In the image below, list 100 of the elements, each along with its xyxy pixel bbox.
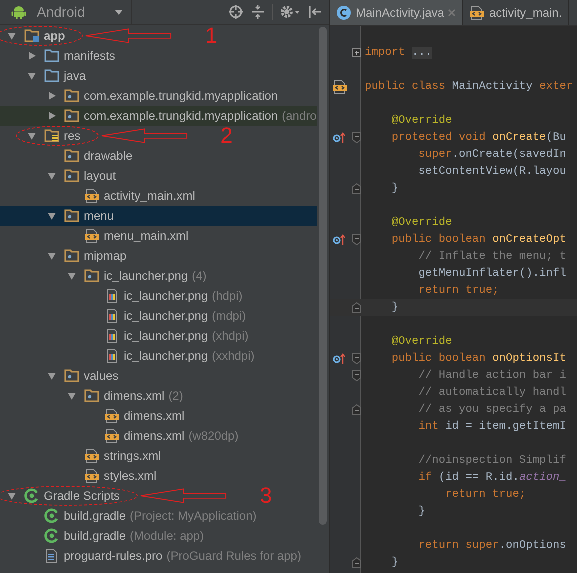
override-icon[interactable] [333, 234, 347, 246]
xml-file-icon [469, 4, 486, 20]
code-line: setContentView(R.layou [418, 166, 566, 178]
code-line: getMenuInflater().infl [418, 268, 566, 280]
tree-item[interactable]: mipmap [0, 246, 317, 266]
code-line: // Inflate the menu; t [418, 250, 566, 262]
tree-item[interactable]: Gradle Scripts 3 [0, 486, 317, 506]
fold-icon[interactable] [352, 370, 362, 382]
code-line: // Handle action bar i [418, 370, 566, 382]
code-line: //noinspection Simplif [418, 454, 566, 466]
tree-item[interactable]: menu [0, 206, 317, 226]
code-line: // automatically handl [418, 386, 566, 398]
tree-item[interactable]: dimens.xml [0, 406, 317, 426]
code-line: if (id == R.id.action_ [418, 472, 566, 484]
code-line: } [390, 302, 399, 314]
tree-item[interactable]: com.example.trungkid.myapplication (andro [0, 106, 317, 126]
tree-item[interactable]: strings.xml [0, 446, 317, 466]
code-line: @Override [390, 336, 452, 348]
package-folder-icon [64, 168, 80, 184]
code-line: public boolean onOptionsIt [390, 352, 566, 364]
tree-item[interactable]: layout [0, 166, 317, 186]
code-line: } [418, 506, 426, 518]
target-icon[interactable] [228, 4, 244, 20]
tree-item[interactable]: menu_main.xml [0, 226, 317, 246]
code-line: // as you specify a pa [418, 404, 566, 416]
expand-fold-icon[interactable] [352, 46, 362, 58]
annotation-number: 3 [260, 484, 272, 508]
annotation-number: 1 [205, 25, 218, 48]
gradle-icon [44, 528, 60, 544]
collapse-all-icon[interactable] [250, 4, 266, 20]
fold-icon[interactable] [352, 234, 362, 246]
tree-item[interactable]: java [0, 66, 317, 86]
view-dropdown[interactable]: Android [33, 0, 132, 24]
package-folder-icon [64, 208, 80, 224]
tree-item[interactable]: proguard-rules.pro (ProGuard Rules for app) [0, 546, 317, 566]
tree-item[interactable]: manifests [0, 46, 317, 66]
tree-item[interactable]: ic_launcher.png (xhdpi) [0, 326, 317, 346]
gear-icon[interactable] [279, 4, 301, 20]
image-file-icon [104, 348, 120, 364]
package-folder-icon [64, 368, 80, 384]
override-icon[interactable] [333, 352, 347, 364]
tree-item[interactable]: res 2 [0, 126, 317, 146]
xml-file-icon [84, 448, 100, 464]
tree-item[interactable]: values [0, 366, 317, 386]
fold-icon[interactable] [352, 352, 362, 364]
tree-item[interactable]: dimens.xml (w820dp) [0, 426, 317, 446]
package-folder-icon [64, 88, 80, 104]
tree-item[interactable]: ic_launcher.png (hdpi) [0, 286, 317, 306]
xml-file-icon[interactable] [332, 78, 348, 94]
fold-end-icon[interactable] [352, 302, 362, 314]
xml-file-icon [84, 228, 100, 244]
caret-icon [115, 10, 124, 14]
editor-tab[interactable]: activity_main. [463, 0, 570, 25]
android-icon [11, 4, 27, 20]
text-file-icon [44, 548, 60, 564]
code-line: return super.onOptions [418, 540, 566, 552]
image-file-icon [104, 288, 120, 304]
code-line: } [390, 182, 399, 194]
code-line: import ... [365, 46, 432, 58]
tree-item[interactable]: build.gradle (Module: app) [0, 526, 317, 546]
code-line: public class MainActivity exter [365, 80, 574, 92]
code-line: return true; [444, 488, 526, 500]
code-line: public boolean onCreateOpt [390, 234, 566, 246]
module-folder-icon [24, 28, 40, 44]
resource-folder-icon [44, 128, 60, 144]
package-folder-icon [64, 148, 80, 164]
code-line: } [390, 556, 399, 568]
gradle-icon [44, 508, 60, 524]
fold-icon[interactable] [352, 132, 362, 144]
tree-item[interactable]: app 1 [0, 26, 317, 46]
tree-item[interactable]: drawable [0, 146, 317, 166]
code-line: super.onCreate(savedIn [418, 148, 566, 160]
tree-item[interactable]: ic_launcher.png (mdpi) [0, 306, 317, 326]
code-line: @Override [390, 216, 452, 228]
package-folder-icon [64, 108, 80, 124]
image-file-icon [104, 308, 120, 324]
xml-file-icon [104, 408, 120, 424]
tree-item[interactable]: activity_main.xml [0, 186, 317, 206]
package-folder-icon [64, 248, 80, 264]
tree-item[interactable]: com.example.trungkid.myapplication [0, 86, 317, 106]
package-folder-icon [84, 268, 100, 284]
code-line: protected void onCreate(Bu [390, 132, 566, 144]
class-icon [336, 4, 352, 20]
gradle-icon [24, 488, 40, 504]
tree-item[interactable]: dimens.xml (2) [0, 386, 317, 406]
image-file-icon [104, 328, 120, 344]
code-line: int id = item.getItemI [418, 420, 566, 432]
editor-tab[interactable]: MainActivity.java [330, 0, 464, 25]
tree-item[interactable]: ic_launcher.png (xxhdpi) [0, 346, 317, 366]
tree-item[interactable]: styles.xml [0, 466, 317, 486]
override-icon[interactable] [333, 132, 347, 144]
hide-panel-icon[interactable] [307, 4, 323, 20]
code-line: @Override [390, 114, 452, 126]
tree-item[interactable]: ic_launcher.png (4) [0, 266, 317, 286]
annotation-number: 2 [220, 124, 233, 148]
tree-item[interactable]: build.gradle (Project: MyApplication) [0, 506, 317, 526]
xml-file-icon [104, 428, 120, 444]
scrollbar-thumb[interactable] [319, 27, 327, 525]
xml-file-icon [84, 468, 100, 484]
folder-icon [44, 68, 60, 84]
